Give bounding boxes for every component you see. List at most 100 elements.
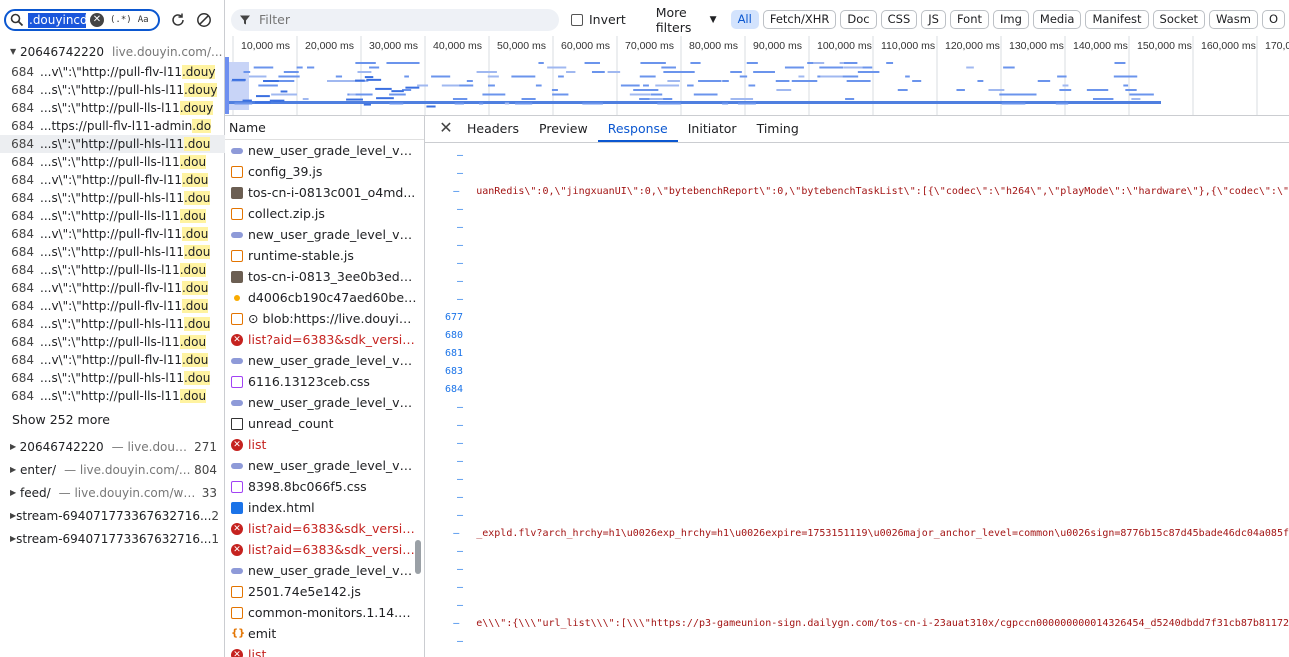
search-result-line[interactable]: 684 ...s\":\"http://pull-lls-l11 .dou	[0, 207, 225, 225]
request-row[interactable]: 6116.13123ceb.css	[225, 371, 424, 392]
show-more-link[interactable]: Show 252 more	[0, 405, 225, 435]
timeline-chart[interactable]: 10,000 ms 20,000 ms 30,000 ms 40,000 ms 50,0…	[225, 36, 1289, 116]
search-result-line[interactable]: 684 ...s\":\"http://pull-lls-l11 .dou	[0, 261, 225, 279]
request-row[interactable]: ✕ list	[225, 434, 424, 455]
search-result-line[interactable]: 684 ...ttps://pull-flv-l11-admin .do	[0, 117, 225, 135]
response-line[interactable]: –	[425, 470, 1289, 488]
response-line[interactable]: –	[425, 596, 1289, 614]
search-result-line[interactable]: 684 ...v\":\"http://pull-flv-l11 .dou	[0, 225, 225, 243]
request-row[interactable]: runtime-stable.js	[225, 245, 424, 266]
response-line[interactable]: –	[425, 434, 1289, 452]
response-line[interactable]: – e\\\":{\\\"url_list\\\":[\\\"https://p3…	[425, 614, 1289, 632]
response-line[interactable]: –	[425, 236, 1289, 254]
regex-toggle[interactable]: (.*)	[110, 15, 132, 25]
request-row[interactable]: 8398.8bc066f5.css	[225, 476, 424, 497]
response-line[interactable]: – uanRedis\":0,\"jingxuanUI\":0,\"byteben…	[425, 182, 1289, 200]
response-line[interactable]: –	[425, 290, 1289, 308]
filter-input[interactable]	[259, 12, 559, 27]
request-row[interactable]: new_user_grade_level_v1_...	[225, 350, 424, 371]
request-row[interactable]: ✕ list?aid=6383&sdk_versio...	[225, 539, 424, 560]
search-result-line[interactable]: 684 ...s\":\"http://pull-lls-l11 .dou	[0, 387, 225, 405]
match-case-toggle[interactable]: Aa	[138, 15, 149, 25]
filter-box[interactable]	[231, 8, 559, 31]
search-result-line[interactable]: 684 ...v\":\"http://pull-flv-l11 .douy	[0, 63, 225, 81]
request-row[interactable]: new_user_grade_level_v1_...	[225, 455, 424, 476]
refresh-icon[interactable]	[170, 12, 186, 28]
search-result-line[interactable]: 684 ...v\":\"http://pull-flv-l11 .dou	[0, 171, 225, 189]
response-line[interactable]: –	[425, 398, 1289, 416]
filter-chip-all[interactable]: All	[730, 10, 759, 29]
filter-chip-fetchxhr[interactable]: Fetch/XHR	[762, 10, 837, 29]
request-row[interactable]: {} emit	[225, 623, 424, 644]
result-group[interactable]: ▶ stream-694071773367632716... 2	[0, 504, 225, 527]
request-list-scrollbar[interactable]	[415, 540, 421, 574]
request-row[interactable]: 2501.74e5e142.js	[225, 581, 424, 602]
clear-search-icon[interactable]: ✕	[90, 13, 104, 27]
result-group[interactable]: ▶ enter/ — live.douyin.com/... 804	[0, 458, 225, 481]
filter-chip-doc[interactable]: Doc	[840, 10, 877, 29]
search-result-line[interactable]: 684 ...s\":\"http://pull-lls-l11 .dou	[0, 153, 225, 171]
filter-chip-font[interactable]: Font	[949, 10, 990, 29]
response-line[interactable]: 680	[425, 326, 1289, 344]
request-row[interactable]: ⊙ blob:https://live.douyin...	[225, 308, 424, 329]
filter-chip-img[interactable]: Img	[993, 10, 1029, 29]
search-result-line[interactable]: 684 ...s\":\"http://pull-hls-l11 .dou	[0, 315, 225, 333]
response-line[interactable]: 683	[425, 362, 1289, 380]
search-query[interactable]: .douyincd	[28, 12, 86, 28]
request-row[interactable]: index.html	[225, 497, 424, 518]
response-line[interactable]: 681	[425, 344, 1289, 362]
tab-response[interactable]: Response	[597, 116, 678, 142]
request-row[interactable]: new_user_grade_level_v1_...	[225, 140, 424, 161]
checkbox-box[interactable]	[571, 13, 583, 26]
request-row[interactable]: tos-cn-i-0813c001_o4md...	[225, 182, 424, 203]
response-line[interactable]: –	[425, 272, 1289, 290]
response-line[interactable]: –	[425, 218, 1289, 236]
response-line[interactable]: –	[425, 164, 1289, 182]
search-result-line[interactable]: 684 ...s\":\"http://pull-lls-l11 .douy	[0, 99, 225, 117]
filter-chip-css[interactable]: CSS	[880, 10, 918, 29]
result-group[interactable]: ▶ stream-694071773367632716... 1	[0, 527, 225, 550]
tab-headers[interactable]: Headers	[457, 116, 529, 142]
response-line[interactable]: –	[425, 254, 1289, 272]
result-group[interactable]: ▶ 20646742220 — live.douyi... 271	[0, 435, 225, 458]
tab-timing[interactable]: Timing	[747, 116, 809, 142]
response-line[interactable]: –	[425, 416, 1289, 434]
search-result-line[interactable]: 684 ...s\":\"http://pull-lls-l11 .dou	[0, 333, 225, 351]
tab-preview[interactable]: Preview	[529, 116, 598, 142]
response-line[interactable]: 684	[425, 380, 1289, 398]
response-line[interactable]: –	[425, 488, 1289, 506]
response-line[interactable]: –	[425, 542, 1289, 560]
tab-initiator[interactable]: Initiator	[678, 116, 747, 142]
search-result-line[interactable]: 684 ...s\":\"http://pull-hls-l11 .dou	[0, 189, 225, 207]
response-line[interactable]: –	[425, 506, 1289, 524]
search-input[interactable]: .douyincd ✕ (.*) Aa	[4, 9, 160, 31]
search-result-line[interactable]: 684 ...v\":\"http://pull-flv-l11 .dou	[0, 351, 225, 369]
request-row[interactable]: config_39.js	[225, 161, 424, 182]
request-row[interactable]: ✕ list?aid=6383&sdk_versio...	[225, 518, 424, 539]
search-result-line[interactable]: 684 ...s\":\"http://pull-hls-l11 .douy	[0, 81, 225, 99]
timeline-overview[interactable]: 10,000 ms 20,000 ms 30,000 ms 40,000 ms 50,0…	[225, 36, 1289, 116]
search-result-line[interactable]: 684 ...v\":\"http://pull-flv-l11 .dou	[0, 297, 225, 315]
response-line[interactable]: –	[425, 560, 1289, 578]
response-line[interactable]: –	[425, 146, 1289, 164]
search-result-line[interactable]: 684 ...v\":\"http://pull-flv-l11 .dou	[0, 279, 225, 297]
response-line[interactable]: – _expld.flv?arch_hrchy=h1\u0026exp_hrchy…	[425, 524, 1289, 542]
search-result-line[interactable]: 684 ...s\":\"http://pull-hls-l11 .dou	[0, 369, 225, 387]
invert-checkbox[interactable]: Invert	[571, 12, 626, 27]
filter-chip-media[interactable]: Media	[1032, 10, 1082, 29]
search-result-line[interactable]: 684 ...s\":\"http://pull-hls-l11 .dou	[0, 243, 225, 261]
result-group[interactable]: ▶ feed/ — live.douyin.com/we... 33	[0, 481, 225, 504]
request-row[interactable]: ✕ list	[225, 644, 424, 657]
request-row[interactable]: common-monitors.1.14.4.js	[225, 602, 424, 623]
response-line[interactable]: –	[425, 632, 1289, 650]
clear-results-icon[interactable]	[196, 12, 212, 28]
response-line[interactable]: –	[425, 578, 1289, 596]
response-line[interactable]: –	[425, 200, 1289, 218]
more-filters-dropdown[interactable]: More filters ▼	[656, 5, 717, 35]
filter-chip-o[interactable]: O	[1261, 10, 1285, 29]
response-line[interactable]: –	[425, 452, 1289, 470]
request-row[interactable]: ✕ list?aid=6383&sdk_versio...	[225, 329, 424, 350]
response-viewer[interactable]: – – – uanRedis\":0,\"jingxuanUI\":0,\"byteb…	[425, 144, 1289, 657]
request-row[interactable]: unread_count	[225, 413, 424, 434]
request-row[interactable]: collect.zip.js	[225, 203, 424, 224]
